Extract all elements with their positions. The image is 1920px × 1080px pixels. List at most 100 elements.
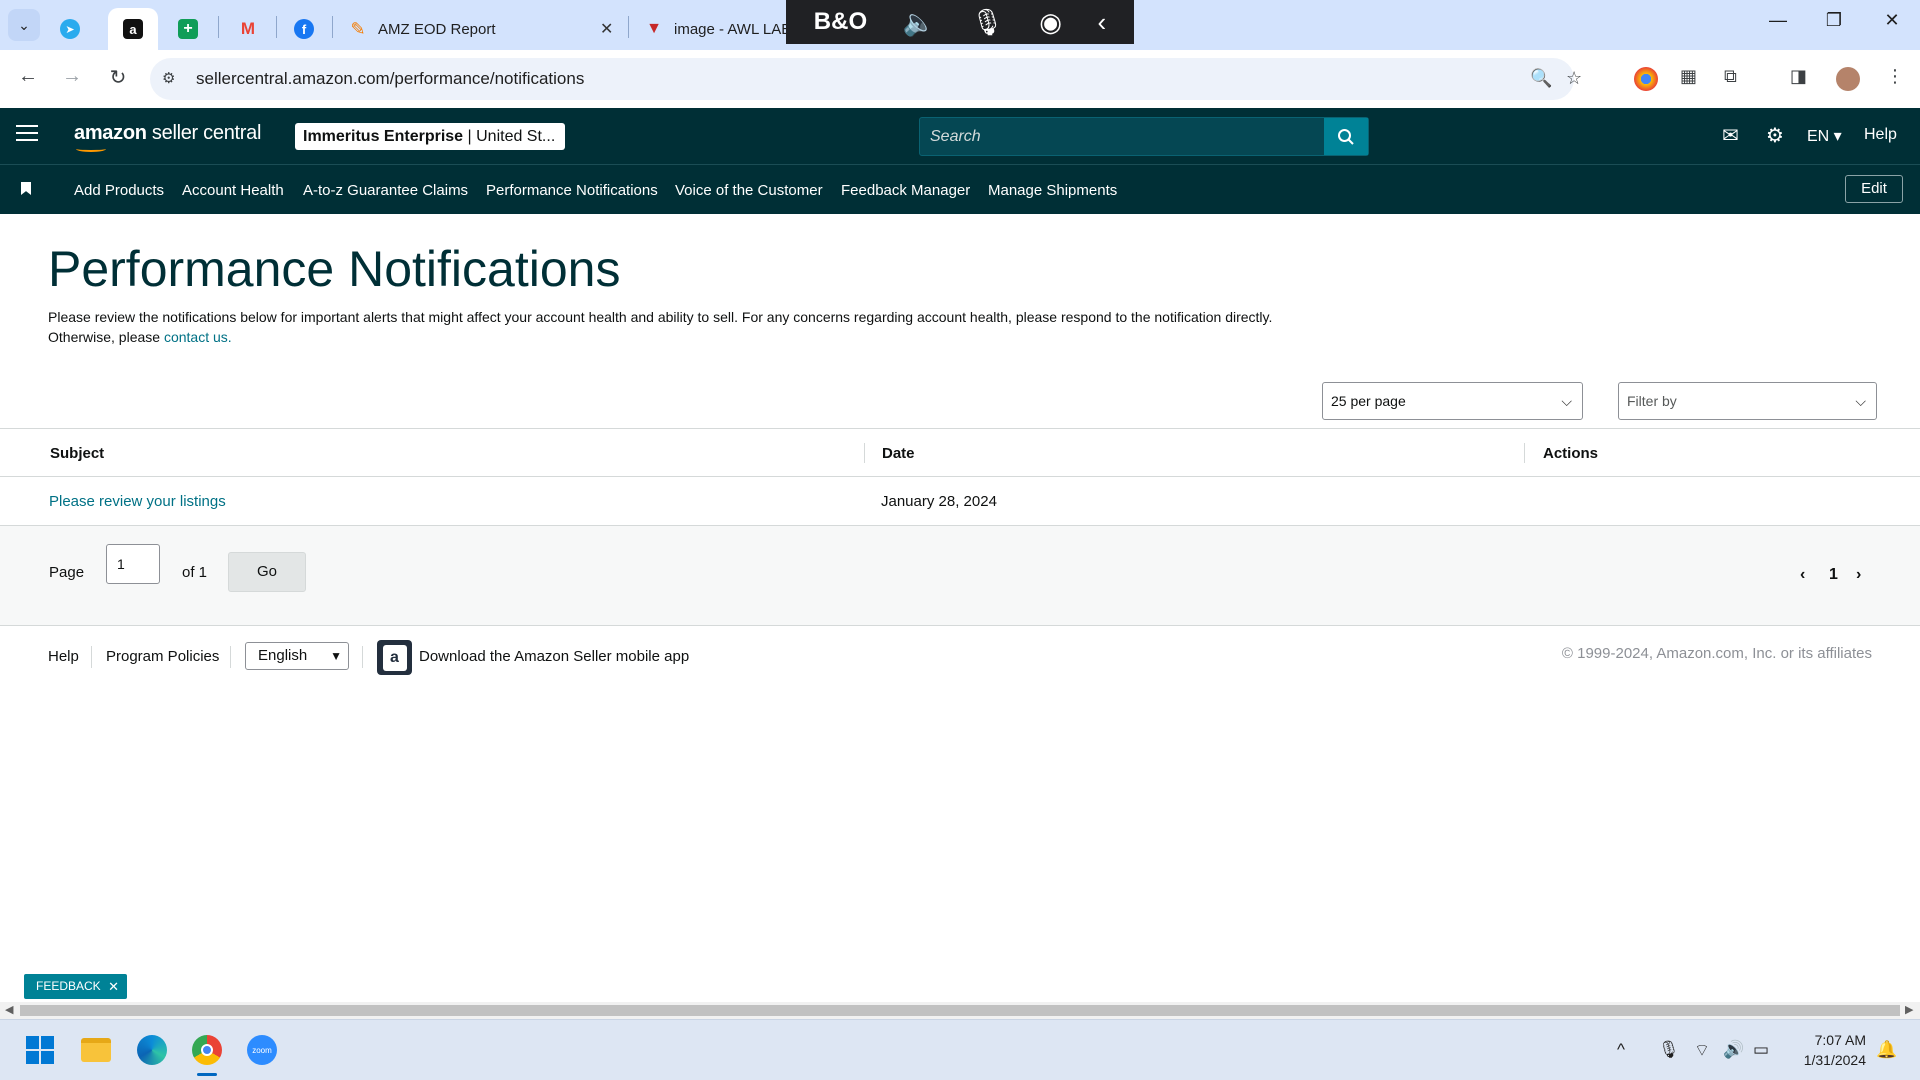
- collapse-chevron-icon[interactable]: ‹: [1098, 7, 1107, 38]
- nav-voice-of-customer[interactable]: Voice of the Customer: [675, 182, 823, 199]
- active-app-indicator: [197, 1073, 217, 1076]
- extensions-puzzle-icon[interactable]: ⧉: [1724, 66, 1737, 87]
- notification-subject-link[interactable]: Please review your listings: [49, 493, 226, 510]
- feedback-button[interactable]: FEEDBACK ✕: [24, 974, 127, 999]
- speaker-icon[interactable]: 🔈: [903, 7, 935, 38]
- footer-help-link[interactable]: Help: [48, 648, 79, 665]
- bookmark-icon[interactable]: [21, 182, 31, 195]
- minimize-window-icon[interactable]: —: [1758, 10, 1798, 31]
- tab-facebook[interactable]: f: [294, 8, 314, 50]
- search-icon: [1338, 128, 1354, 145]
- notification-bell-icon[interactable]: 🔔: [1876, 1040, 1897, 1060]
- back-icon[interactable]: ←: [14, 65, 42, 88]
- edge-icon[interactable]: [134, 1032, 170, 1068]
- scrollbar-thumb[interactable]: [20, 1005, 1900, 1016]
- close-tab-icon[interactable]: ✕: [600, 19, 613, 39]
- seller-search: [919, 117, 1369, 156]
- address-url[interactable]: sellercentral.amazon.com/performance/not…: [196, 69, 584, 89]
- close-window-icon[interactable]: ✕: [1872, 10, 1912, 31]
- battery-icon[interactable]: ▭: [1753, 1040, 1769, 1060]
- file-explorer-icon[interactable]: [78, 1032, 114, 1068]
- page-count-label: of 1: [182, 564, 208, 581]
- reload-icon[interactable]: ↻: [104, 65, 132, 90]
- site-info-icon[interactable]: ⚙: [162, 69, 175, 87]
- chrome-icon[interactable]: [189, 1032, 225, 1068]
- bookmark-nav-bar: Add Products Account Health A-to-z Guara…: [0, 164, 1920, 214]
- column-date[interactable]: Date: [882, 445, 915, 462]
- program-policies-link[interactable]: Program Policies: [106, 648, 219, 665]
- qr-extension-icon[interactable]: ▦: [1680, 66, 1697, 87]
- filter-select[interactable]: Filter by ⌵: [1618, 382, 1877, 420]
- store-region: | United St...: [463, 128, 556, 145]
- windows-taskbar: zoom ^ 🎙 ⌔ 🔊 ▭ 7:07 AM 1/31/2024 🔔: [0, 1019, 1920, 1080]
- tab-telegram[interactable]: ➤: [60, 8, 80, 50]
- copyright-text: © 1999-2024, Amazon.com, Inc. or its aff…: [1561, 645, 1872, 662]
- tab-amz-eod-report[interactable]: ✎ AMZ EOD Report ✕: [348, 8, 618, 50]
- previous-page-icon[interactable]: ‹: [1800, 566, 1805, 584]
- tab-sheets[interactable]: +: [178, 8, 198, 50]
- browser-menu-icon[interactable]: ⋮: [1886, 66, 1904, 87]
- restore-window-icon[interactable]: ❐: [1814, 10, 1854, 31]
- nav-performance-notifications[interactable]: Performance Notifications: [486, 182, 658, 199]
- tab-label: image - AWL LAB: [674, 20, 792, 38]
- mail-icon[interactable]: ✉: [1722, 123, 1739, 148]
- tab-label: AMZ EOD Report: [378, 20, 496, 38]
- hamburger-menu-icon[interactable]: [16, 125, 38, 143]
- close-feedback-icon[interactable]: ✕: [108, 974, 119, 999]
- gmail-icon: M: [240, 19, 256, 38]
- taskbar-clock[interactable]: 7:07 AM 1/31/2024: [1790, 1030, 1866, 1070]
- contact-us-link[interactable]: contact us.: [164, 329, 232, 345]
- nav-feedback-manager[interactable]: Feedback Manager: [841, 182, 970, 199]
- seller-central-logo[interactable]: amazon seller central: [74, 122, 261, 145]
- zoom-icon[interactable]: 🔍: [1530, 68, 1552, 89]
- scroll-left-icon[interactable]: ◀: [5, 1003, 13, 1016]
- horizontal-scrollbar[interactable]: ◀ ▶: [0, 1002, 1920, 1019]
- tray-overflow-chevron-icon[interactable]: ^: [1617, 1040, 1625, 1060]
- clock-date: 1/31/2024: [1803, 1052, 1866, 1068]
- edit-nav-button[interactable]: Edit: [1845, 175, 1903, 203]
- search-button[interactable]: [1324, 118, 1368, 155]
- bo-logo-icon[interactable]: B&O: [814, 8, 867, 36]
- tab-amazon-seller-central[interactable]: a: [108, 8, 158, 50]
- tab-gmail[interactable]: M: [238, 8, 258, 50]
- nav-a-to-z-claims[interactable]: A-to-z Guarantee Claims: [303, 182, 468, 199]
- footer-language-select[interactable]: English ▼: [245, 642, 349, 670]
- tray-microphone-icon[interactable]: 🎙: [1658, 1040, 1680, 1060]
- chevron-down-icon: ⌄: [18, 16, 30, 33]
- search-input[interactable]: [920, 118, 1324, 155]
- tab-search-button[interactable]: ⌄: [8, 9, 40, 41]
- store-selector[interactable]: Immeritus Enterprise | United St...: [295, 123, 565, 150]
- current-page-number[interactable]: 1: [1829, 566, 1838, 584]
- volume-icon[interactable]: 🔊: [1723, 1040, 1744, 1060]
- side-panel-icon[interactable]: ◨: [1790, 66, 1807, 87]
- extension-icon[interactable]: [1634, 67, 1658, 91]
- next-page-icon[interactable]: ›: [1856, 566, 1861, 584]
- tab-image-awl-lab[interactable]: ▼ image - AWL LAB: [644, 8, 791, 50]
- language-selector[interactable]: EN ▾: [1807, 126, 1842, 146]
- microphone-icon[interactable]: 🎙: [971, 7, 1004, 38]
- windows-start-icon[interactable]: [22, 1032, 58, 1068]
- zoom-icon[interactable]: zoom: [244, 1032, 280, 1068]
- nav-account-health[interactable]: Account Health: [182, 182, 284, 199]
- bookmark-star-icon[interactable]: ☆: [1566, 68, 1582, 89]
- chevron-down-icon: ⌵: [1855, 393, 1866, 409]
- forward-icon[interactable]: →: [58, 65, 86, 88]
- help-link[interactable]: Help: [1864, 126, 1897, 144]
- address-bar[interactable]: ⚙ sellercentral.amazon.com/performance/n…: [150, 58, 1582, 100]
- tab-separator: [218, 16, 219, 38]
- profile-avatar[interactable]: [1836, 67, 1860, 91]
- app-download-link[interactable]: Download the Amazon Seller mobile app: [419, 648, 689, 665]
- table-header: Subject Date Actions: [0, 428, 1920, 477]
- nav-manage-shipments[interactable]: Manage Shipments: [988, 182, 1117, 199]
- wifi-icon[interactable]: ⌔: [1694, 1040, 1710, 1061]
- nav-add-products[interactable]: Add Products: [74, 182, 164, 199]
- scroll-right-icon[interactable]: ▶: [1905, 1003, 1913, 1016]
- go-button[interactable]: Go: [228, 552, 306, 592]
- broadcast-icon[interactable]: ◉: [1039, 7, 1062, 38]
- column-subject[interactable]: Subject: [50, 445, 104, 462]
- amazon-seller-app-icon[interactable]: a: [377, 640, 412, 675]
- page-number-input[interactable]: [106, 544, 160, 584]
- pagination: Page of 1 Go ‹ 1 ›: [0, 526, 1920, 626]
- gear-icon[interactable]: ⚙: [1766, 123, 1784, 148]
- per-page-select[interactable]: 25 per page ⌵: [1322, 382, 1583, 420]
